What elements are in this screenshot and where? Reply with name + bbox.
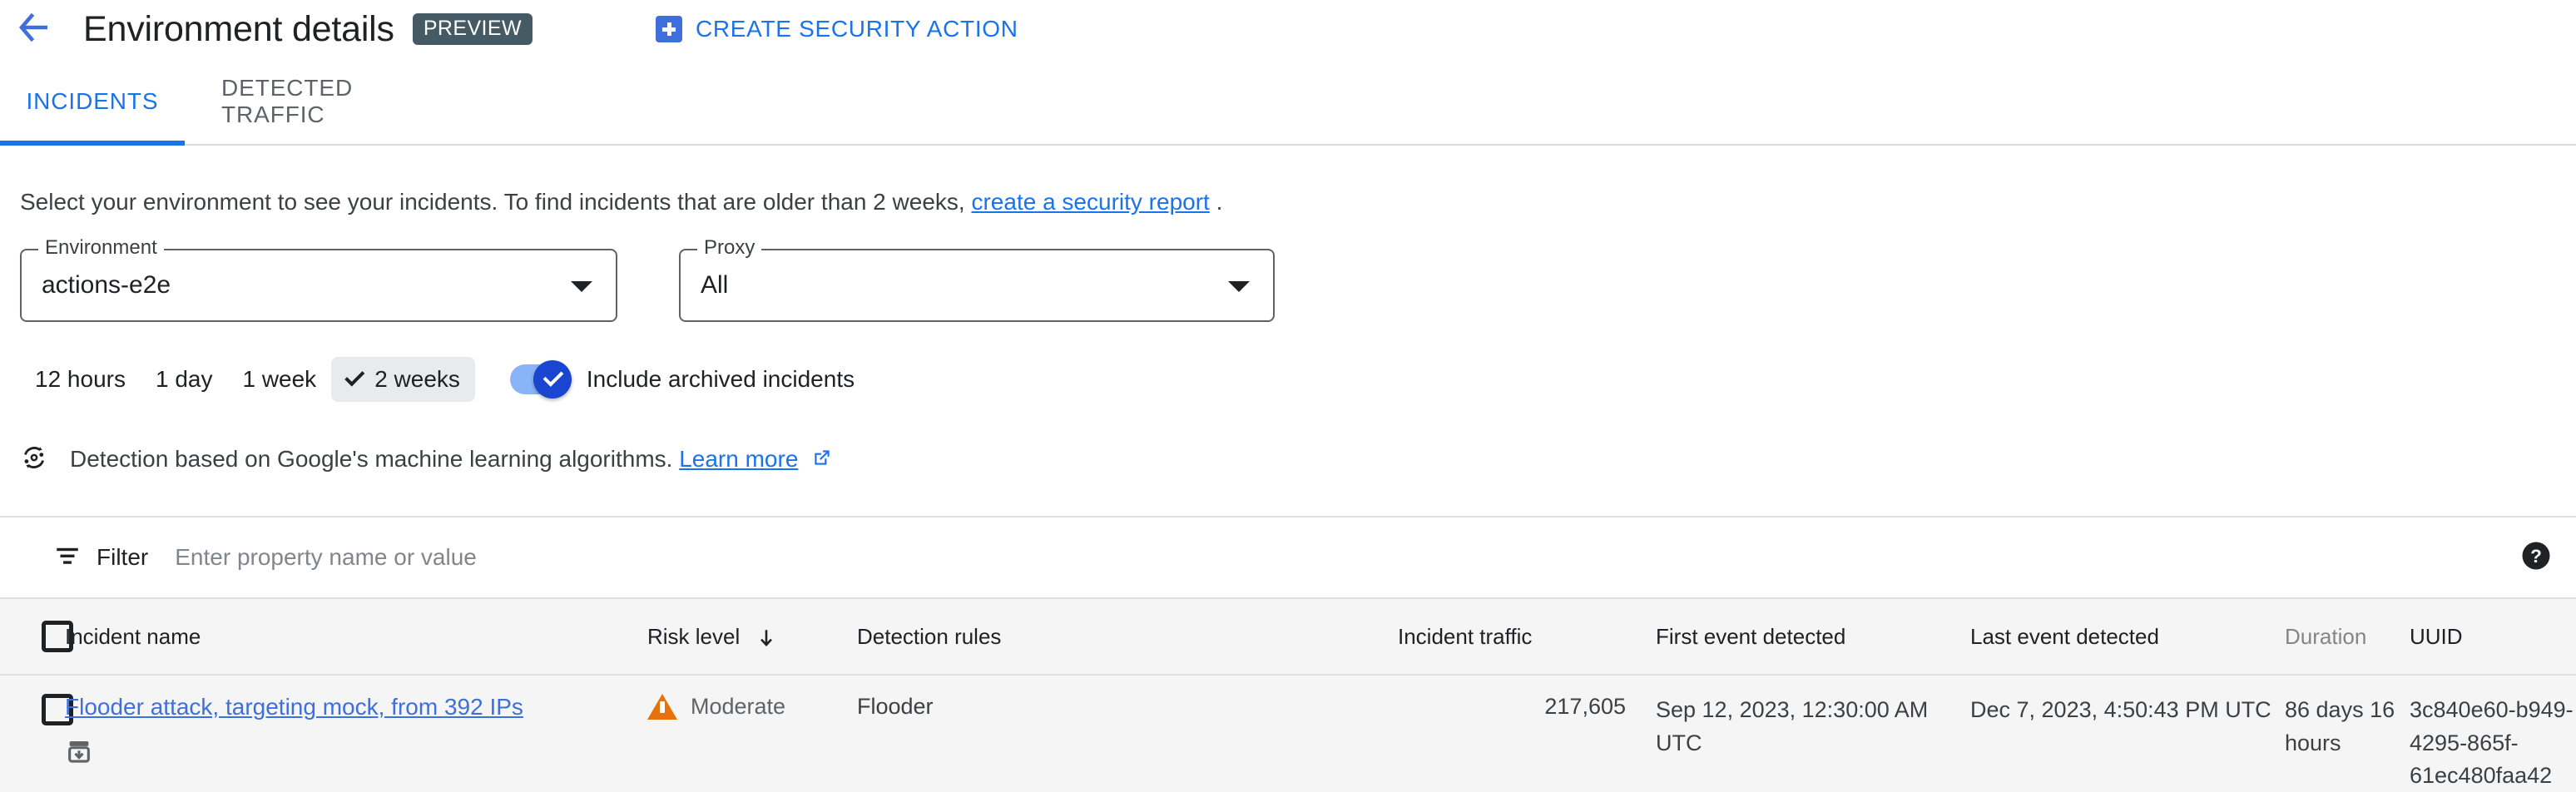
proxy-select-value: All [701, 271, 728, 300]
help-icon[interactable]: ? [2521, 541, 2551, 575]
tab-detected-traffic[interactable]: DETECTED TRAFFIC [221, 58, 463, 144]
include-archived-label: Include archived incidents [587, 366, 855, 393]
learn-more-link[interactable]: Learn more [679, 446, 798, 472]
filter-bar: Filter ? [0, 517, 2576, 597]
cell-detection-rules: Flooder [857, 675, 1398, 791]
time-range-chip-12-hours-label: 12 hours [35, 366, 126, 393]
header-last-event-detected[interactable]: Last event detected [1970, 598, 2285, 675]
proxy-select-label: Proxy [697, 238, 761, 258]
chevron-down-icon [1228, 281, 1250, 292]
time-range-chip-1-week-label: 1 week [242, 366, 316, 393]
chevron-down-icon [571, 281, 592, 292]
header-first-event-detected[interactable]: First event detected [1656, 598, 1970, 675]
table-header-row: Incident name Risk level Detection rules… [0, 598, 2576, 675]
cell-last-event-detected: Dec 7, 2023, 4:50:43 PM UTC [1970, 675, 2285, 791]
cell-incident-traffic: 217,605 [1398, 675, 1656, 791]
archive-download-icon[interactable] [65, 737, 647, 771]
plus-square-icon [656, 16, 682, 42]
ml-notice-text: Detection based on Google's machine lear… [70, 446, 672, 472]
external-link-icon [811, 447, 833, 474]
page-header: Environment details PREVIEW CREATE SECUR… [0, 0, 2576, 58]
time-range-chip-1-day[interactable]: 1 day [141, 357, 228, 402]
cell-incident-name: Flooder attack, targeting mock, from 392… [65, 675, 647, 791]
ml-detection-icon [20, 443, 48, 476]
ml-detection-notice: Detection based on Google's machine lear… [20, 443, 2576, 476]
environment-details-page: Environment details PREVIEW CREATE SECUR… [0, 0, 2576, 807]
cell-first-event-detected: Sep 12, 2023, 12:30:00 AM UTC [1656, 675, 1970, 791]
environment-select-label: Environment [38, 238, 164, 258]
svg-text:?: ? [2530, 546, 2542, 567]
proxy-select[interactable]: Proxy All [679, 249, 1275, 322]
cell-risk-level: Moderate [647, 675, 857, 791]
toggle-switch[interactable] [510, 364, 568, 394]
description-period: . [1216, 189, 1223, 215]
header-uuid[interactable]: UUID [2410, 598, 2576, 675]
cell-duration: 86 days 16 hours [2285, 675, 2410, 791]
table-row[interactable]: Flooder attack, targeting mock, from 392… [0, 675, 2576, 791]
header-risk-level[interactable]: Risk level [647, 598, 857, 675]
header-risk-level-label: Risk level [647, 624, 740, 649]
sort-arrow-down-icon [746, 624, 777, 649]
description-text: Select your environment to see your inci… [20, 189, 965, 215]
row-select-cell [0, 675, 65, 791]
time-range-chip-1-week[interactable]: 1 week [227, 357, 331, 402]
incidents-table: Incident name Risk level Detection rules… [0, 597, 2576, 791]
select-all-header [0, 598, 65, 675]
back-button[interactable] [12, 6, 58, 52]
header-incident-traffic[interactable]: Incident traffic [1398, 598, 1656, 675]
include-archived-toggle[interactable]: Include archived incidents [510, 364, 855, 394]
header-incident-name[interactable]: Incident name [65, 598, 647, 675]
time-range-chip-2-weeks-label: 2 weeks [374, 366, 460, 393]
time-range-chip-2-weeks[interactable]: 2 weeks [331, 357, 475, 402]
time-range-row: 12 hours 1 day 1 week 2 weeks Include ar… [20, 357, 2576, 402]
environment-select-value: actions-e2e [42, 271, 171, 300]
tab-detected-traffic-label: DETECTED TRAFFIC [221, 75, 463, 128]
incidents-table-card: Filter ? Incident name Risk level [0, 516, 2576, 791]
tab-incidents-label: INCIDENTS [27, 88, 159, 115]
create-security-action-label: CREATE SECURITY ACTION [696, 16, 1018, 42]
tab-incidents[interactable]: INCIDENTS [0, 58, 185, 144]
filter-selects: Environment actions-e2e Proxy All [20, 249, 2576, 322]
cell-uuid: 3c840e60-b949-4295-865f-61ec480faa42 [2410, 675, 2576, 791]
ml-notice-text-wrap: Detection based on Google's machine lear… [70, 446, 833, 474]
filter-icon[interactable] [53, 542, 82, 574]
arrow-left-icon [19, 13, 51, 46]
filter-label: Filter [97, 544, 148, 571]
incident-name-link[interactable]: Flooder attack, targeting mock, from 392… [65, 694, 523, 720]
environment-select[interactable]: Environment actions-e2e [20, 249, 617, 322]
risk-level-label: Moderate [691, 694, 785, 720]
warning-triangle-icon [647, 694, 677, 720]
toggle-knob-check-icon [533, 360, 572, 399]
create-security-action-button[interactable]: CREATE SECURITY ACTION [656, 16, 1018, 42]
preview-badge: PREVIEW [413, 13, 533, 45]
page-description: Select your environment to see your inci… [20, 187, 2576, 217]
time-range-chip-12-hours[interactable]: 12 hours [20, 357, 141, 402]
risk-level-badge: Moderate [647, 694, 857, 720]
tab-bar: INCIDENTS DETECTED TRAFFIC [0, 58, 2576, 146]
time-range-chip-1-day-label: 1 day [156, 366, 213, 393]
check-icon [344, 367, 364, 387]
header-duration: Duration [2285, 598, 2410, 675]
page-title: Environment details [83, 9, 394, 50]
create-security-report-link[interactable]: create a security report [971, 189, 1209, 215]
header-detection-rules[interactable]: Detection rules [857, 598, 1398, 675]
filter-input[interactable] [175, 544, 2521, 571]
